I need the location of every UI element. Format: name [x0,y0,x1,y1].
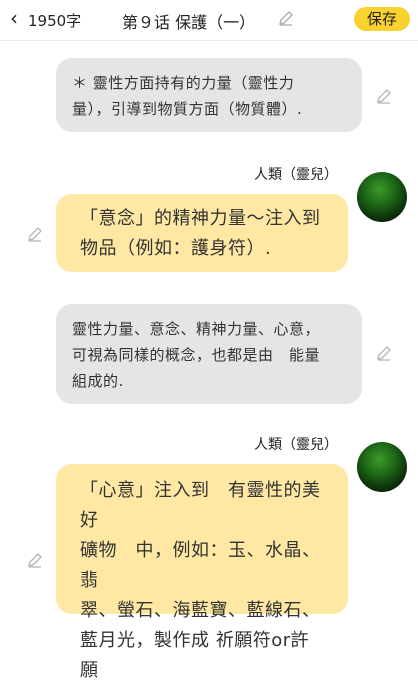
edit-pencil-icon[interactable] [27,226,43,242]
speech-line: 翠、螢石、海藍寶、藍線石、 [80,600,321,621]
avatar[interactable] [357,172,407,222]
edit-pencil-icon[interactable] [27,552,43,568]
speaker-name: 人類（靈兒） [254,167,338,183]
avatar[interactable] [357,442,407,492]
speech-line: 礦物 中，例如：玉、水晶、翡 [80,540,321,591]
speech-line: 藍月光，製作成 祈願符or許願 [80,630,310,681]
narration-line: 靈性力量、意念、精神力量、心意， [72,320,321,338]
speaker-name: 人類（靈兒） [254,437,338,453]
edit-pencil-icon[interactable] [376,88,392,104]
top-bar: ‹ 1950字 第９话 保護（一） 保存 [0,0,418,41]
narration-line: ＊ 靈性方面持有的力量（靈性力 [72,74,295,92]
edit-pencil-icon[interactable] [376,345,392,361]
speech-bubble[interactable]: 「意念」的精神力量～注入到 物品（例如：護身符）. [56,194,348,272]
narration-bubble[interactable]: 靈性力量、意念、精神力量、心意， 可視為同樣的概念，也都是由 能量 組成的. [56,304,362,404]
speech-line: 物品（例如：護身符）. [80,238,272,259]
narration-line: 可視為同樣的概念，也都是由 能量 [72,346,321,364]
word-count: 1950字 [28,12,82,30]
chapter-title: 第９话 保護（一） [122,13,256,32]
speech-line: 「意念」的精神力量～注入到 [80,208,321,229]
save-button[interactable]: 保存 [354,7,410,31]
narration-bubble[interactable]: ＊ 靈性方面持有的力量（靈性力 量），引導到物質方面（物質體）. [56,58,362,132]
back-chevron-icon[interactable]: ‹ [10,7,18,29]
edit-title-pencil-icon[interactable] [278,10,294,26]
narration-line: 量），引導到物質方面（物質體）. [72,100,303,118]
narration-line: 組成的. [72,372,124,390]
speech-bubble[interactable]: 「心意」注入到 有靈性的美好 礦物 中，例如：玉、水晶、翡 翠、螢石、海藍寶、藍… [56,464,348,681]
speech-line: 「心意」注入到 有靈性的美好 [80,480,321,531]
